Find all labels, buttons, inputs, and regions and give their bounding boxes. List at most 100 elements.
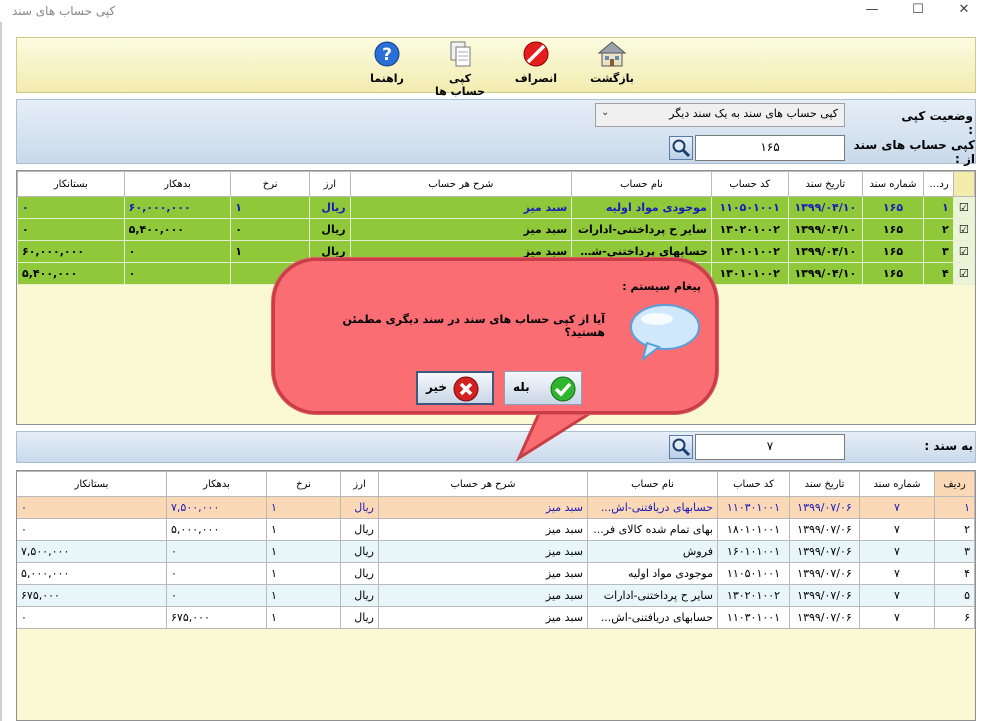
grid2-header[interactable]: بستانکار: [17, 471, 167, 497]
cell-description: سبد میز: [349, 196, 573, 219]
grid2-header[interactable]: کد حساب: [717, 471, 790, 497]
cell-debit: ۰: [123, 262, 232, 285]
grid2-header[interactable]: بدهکار: [166, 471, 267, 497]
search-icon: [672, 438, 691, 457]
chevron-down-icon: ⌄: [601, 107, 610, 118]
help-button[interactable]: ? راهنما: [362, 40, 412, 92]
cell-account-code: ۱۱۰۳۰۱۰۰۱: [717, 606, 790, 629]
copy-from-input[interactable]: ۱۶۵: [695, 135, 845, 161]
cell-account-name: حسابهای دریافتنی-اش...: [587, 496, 718, 519]
cell-description: سبد میز: [378, 496, 588, 519]
cell-debit: ۰: [166, 562, 267, 585]
cell-row-number: ۳: [934, 540, 975, 563]
close-button[interactable]: ✕: [954, 2, 974, 17]
cell-currency: ریال: [340, 562, 379, 585]
no-label: خیر: [426, 380, 448, 394]
cell-doc-date: ۱۳۹۹/۰۴/۱۰: [787, 240, 864, 263]
grid1-header[interactable]: نام حساب: [571, 171, 712, 197]
cancel-label: انصراف: [514, 72, 558, 85]
cell-currency: ریال: [309, 196, 351, 219]
grid2-header[interactable]: نام حساب: [587, 471, 718, 497]
cell-rate: ۱: [230, 196, 311, 219]
grid1-header[interactable]: نرخ: [230, 171, 311, 197]
title-bar: کپی حساب های سند — ☐ ✕: [0, 0, 988, 22]
search-button-from[interactable]: [669, 136, 693, 160]
yes-button[interactable]: بله: [504, 371, 582, 405]
cell-account-name: بهای تمام شده کالای فر...: [587, 518, 718, 541]
table-row[interactable]: ۵ ۷ ۱۳۹۹/۰۷/۰۶ ۱۳۰۲۰۱۰۰۲ سایر ح پرداختنی…: [17, 584, 975, 607]
cell-doc-number: ۷: [859, 540, 935, 563]
no-button[interactable]: خیر: [416, 371, 494, 405]
cell-doc-date: ۱۳۹۹/۰۷/۰۶: [789, 540, 860, 563]
search-button-to[interactable]: [669, 435, 693, 459]
cell-account-code: ۱۱۰۵۰۱۰۰۱: [717, 562, 790, 585]
cell-debit: ۵,۴۰۰,۰۰۰: [123, 218, 232, 241]
dialog-message: آیا از کپی حساب های سند در سند دیگری مطم…: [342, 313, 605, 339]
cell-credit: ۰: [17, 496, 167, 519]
table-row[interactable]: ۴ ۷ ۱۳۹۹/۰۷/۰۶ ۱۱۰۵۰۱۰۰۱ موجودی مواد اول…: [17, 562, 975, 585]
grid1-check-header: [952, 171, 975, 197]
cell-credit: ۰: [17, 518, 167, 541]
cell-rate: ۱: [230, 240, 311, 263]
row-checkbox[interactable]: ☑: [952, 218, 975, 241]
table-row[interactable]: ۳ ۷ ۱۳۹۹/۰۷/۰۶ ۱۶۰۱۰۱۰۰۱ فروش سبد میز ری…: [17, 540, 975, 563]
cell-account-name: موجودی مواد اولیه: [587, 562, 718, 585]
speech-bubble-icon: [625, 301, 701, 362]
cell-credit: ۵,۴۰۰,۰۰۰: [17, 262, 125, 285]
cell-doc-date: ۱۳۹۹/۰۷/۰۶: [789, 584, 860, 607]
back-button[interactable]: بازگشت: [587, 40, 637, 92]
cell-doc-date: ۱۳۹۹/۰۷/۰۶: [789, 606, 860, 629]
grid1-header[interactable]: ردیف: [922, 171, 954, 197]
grid1-header[interactable]: ارز: [309, 171, 351, 197]
window-title: کپی حساب های سند: [12, 4, 116, 18]
close-icon: [453, 376, 479, 402]
to-doc-input[interactable]: ۷: [695, 434, 845, 460]
grid1-header[interactable]: شماره سند: [862, 171, 924, 197]
cell-rate: ۱: [266, 584, 341, 607]
cell-rate: ۱: [266, 562, 341, 585]
grid2-header[interactable]: نرخ: [266, 471, 341, 497]
grid1-header-row: ردیف شماره سند تاریخ سند کد حساب نام حسا…: [17, 171, 975, 197]
cell-account-code: ۱۳۰۱۰۱۰۰۲: [710, 240, 789, 263]
grid1-header[interactable]: تاریخ سند: [787, 171, 864, 197]
cell-rate: ۱: [266, 540, 341, 563]
cell-debit: ۶۰,۰۰۰,۰۰۰: [123, 196, 232, 219]
table-row[interactable]: ☑ ۲ ۱۶۵ ۱۳۹۹/۰۴/۱۰ ۱۳۰۲۰۱۰۰۲ سایر ح پردا…: [17, 218, 975, 241]
grid1-header[interactable]: شرح هر حساب: [349, 171, 573, 197]
row-checkbox[interactable]: ☑: [952, 196, 975, 219]
yes-label: بله: [513, 380, 530, 394]
grid1-header[interactable]: کد حساب: [710, 171, 789, 197]
minimize-button[interactable]: —: [862, 2, 882, 17]
grid2-header[interactable]: شماره سند: [859, 471, 935, 497]
row-checkbox[interactable]: ☑: [952, 240, 975, 263]
grid2-header[interactable]: شرح هر حساب: [378, 471, 588, 497]
cell-description: سبد میز: [349, 218, 573, 241]
grid1-header[interactable]: بستانکار: [17, 171, 125, 197]
copy-accounts-button[interactable]: کپی حساب ها: [431, 40, 489, 98]
copy-status-label: وضعیت کپی :: [901, 109, 973, 137]
table-row[interactable]: ☑ ۱ ۱۶۵ ۱۳۹۹/۰۴/۱۰ ۱۱۰۵۰۱۰۰۱ موجودی مواد…: [17, 196, 975, 219]
cell-description: سبد میز: [378, 562, 588, 585]
row-checkbox[interactable]: ☑: [952, 262, 975, 285]
grid1-header[interactable]: بدهکار: [123, 171, 232, 197]
grid2-header[interactable]: ردیف: [934, 471, 975, 497]
table-row[interactable]: ۲ ۷ ۱۳۹۹/۰۷/۰۶ ۱۸۰۱۰۱۰۰۱ بهای تمام شده ک…: [17, 518, 975, 541]
cell-account-code: ۱۸۰۱۰۱۰۰۱: [717, 518, 790, 541]
svg-text:?: ?: [382, 45, 392, 65]
cell-account-name: موجودی مواد اولیه: [571, 196, 712, 219]
cell-row-number: ۲: [922, 218, 954, 241]
table-row[interactable]: ۱ ۷ ۱۳۹۹/۰۷/۰۶ ۱۱۰۳۰۱۰۰۱ حسابهای دریافتن…: [17, 496, 975, 519]
copy-icon: [445, 40, 475, 68]
cancel-button[interactable]: انصراف: [511, 40, 561, 92]
cell-doc-number: ۱۶۵: [862, 240, 924, 263]
cell-credit: ۰: [17, 218, 125, 241]
grid2-header[interactable]: تاریخ سند: [789, 471, 860, 497]
cell-doc-date: ۱۳۹۹/۰۷/۰۶: [789, 496, 860, 519]
copy-status-select[interactable]: کپی حساب های سند به یک سند دیگر ⌄: [595, 103, 845, 127]
search-icon: [672, 139, 691, 158]
grid2-header[interactable]: ارز: [340, 471, 379, 497]
maximize-button[interactable]: ☐: [908, 2, 928, 17]
cell-credit: ۷,۵۰۰,۰۰۰: [17, 540, 167, 563]
target-doc-panel: به سند : ۷: [16, 431, 976, 463]
table-row[interactable]: ۶ ۷ ۱۳۹۹/۰۷/۰۶ ۱۱۰۳۰۱۰۰۱ حسابهای دریافتن…: [17, 606, 975, 629]
